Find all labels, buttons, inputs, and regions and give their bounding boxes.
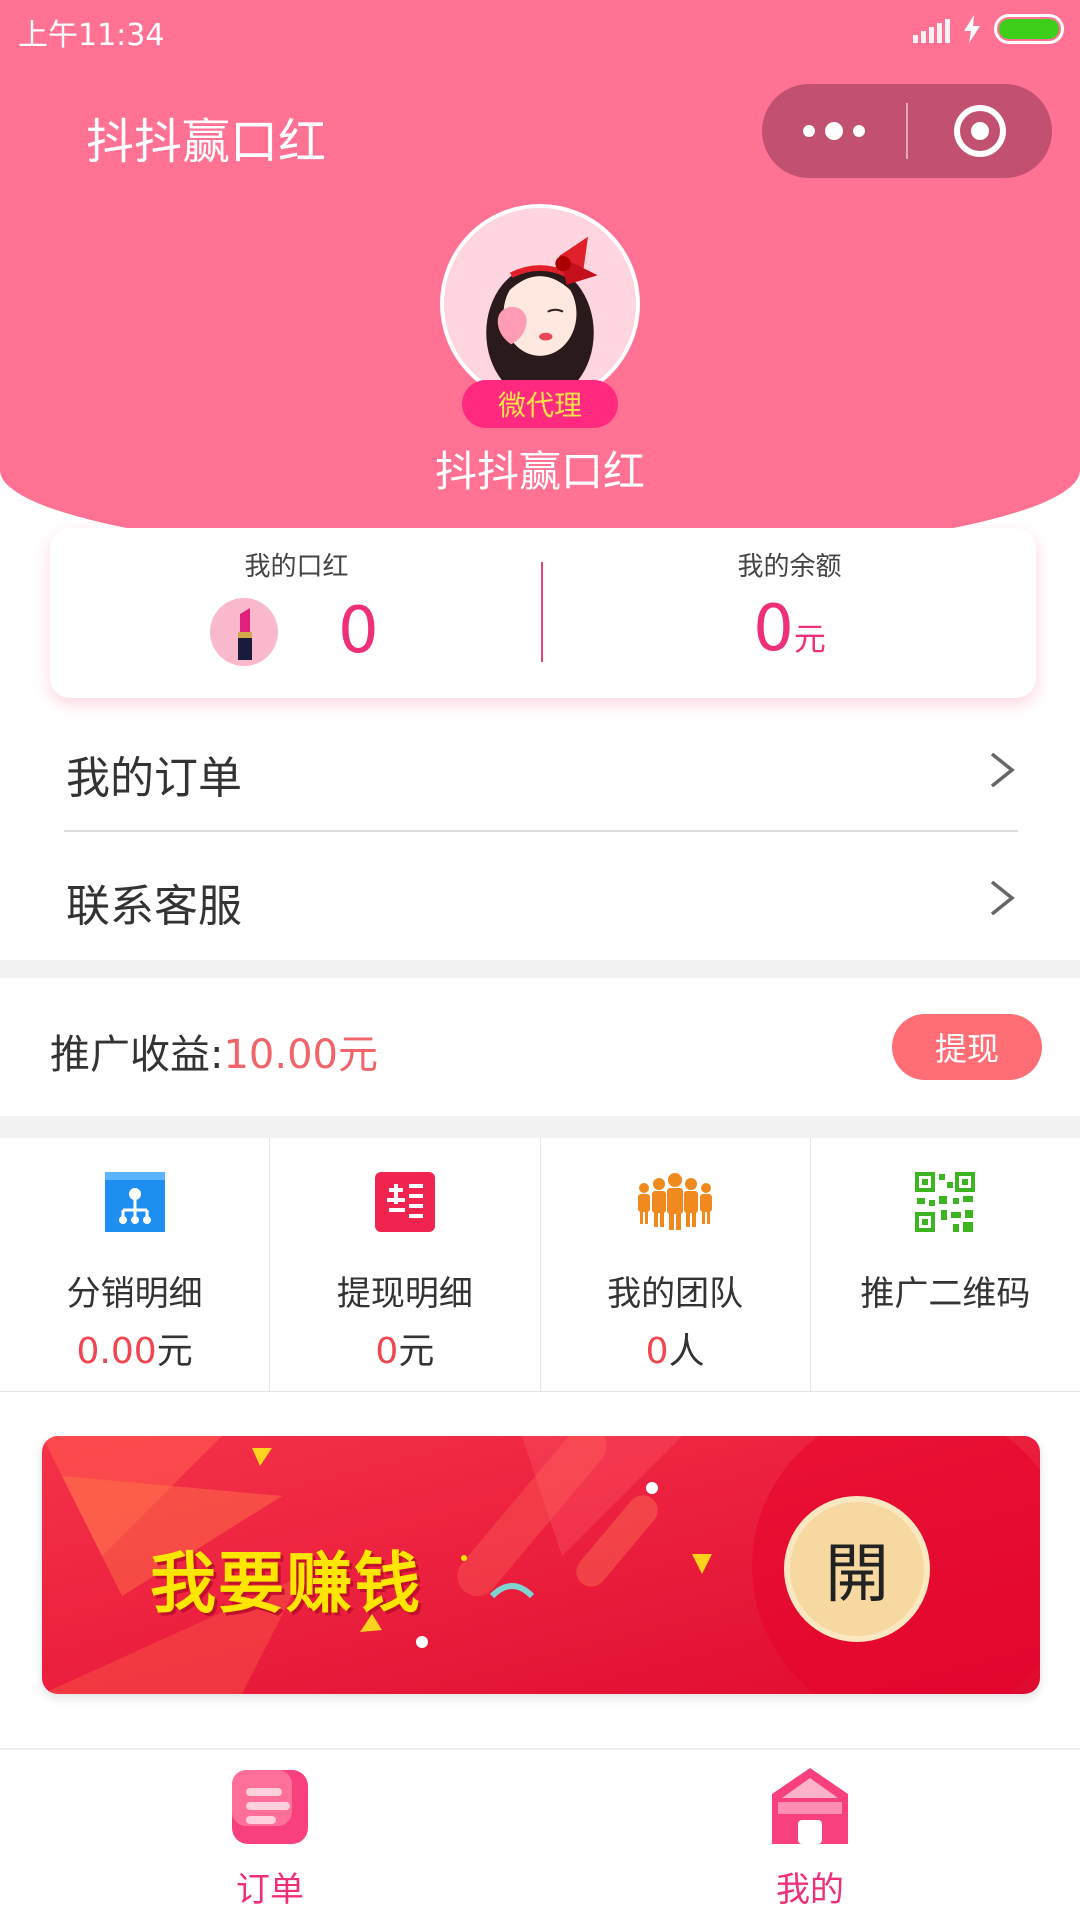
section-gap — [0, 960, 1080, 978]
home-tab-icon — [772, 1768, 848, 1844]
grid-value: 0.00 — [76, 1331, 157, 1372]
promotion-label: 推广收益:10.00元 — [50, 1022, 378, 1080]
avatar-illustration — [444, 208, 636, 400]
balance-label: 我的余额 — [737, 552, 842, 582]
my-balance[interactable]: 我的余额 0元 — [543, 528, 1036, 698]
tab-label-mine: 我的 — [776, 1870, 844, 1910]
status-bar: 上午11:34 — [0, 0, 1080, 58]
grid-item-promo-qrcode[interactable]: 推广二维码 — [811, 1138, 1080, 1391]
agent-badge: 微代理 — [462, 380, 618, 428]
grid-value: 0 — [645, 1331, 669, 1372]
tab-label-orders: 订单 — [236, 1870, 304, 1910]
signal-icon — [913, 15, 950, 43]
wallet-card: 我的口红 0 我的余额 0元 — [50, 528, 1036, 698]
avatar[interactable] — [440, 204, 640, 404]
grid-unit: 元 — [398, 1331, 435, 1372]
grid-value-line: 0.00元 — [0, 1322, 269, 1374]
grid-title: 推广二维码 — [860, 1274, 1031, 1314]
chevron-right-icon — [990, 880, 1015, 916]
status-time: 上午11:34 — [18, 18, 165, 53]
grid-value-line: 0人 — [541, 1322, 810, 1374]
promotion-value: 10.00元 — [223, 1032, 378, 1078]
earn-money-banner[interactable]: 我要赚钱 開 — [42, 1436, 1040, 1694]
grid-unit: 人 — [668, 1331, 705, 1372]
menu-item-my-orders[interactable]: 我的订单 — [0, 704, 1080, 832]
lipstick-icon — [210, 598, 278, 666]
mini-program-capsule — [762, 84, 1052, 178]
target-icon — [954, 105, 1006, 157]
my-lipsticks[interactable]: 我的口红 0 — [50, 528, 543, 698]
grid-title: 提现明细 — [336, 1274, 473, 1314]
menu-label-support: 联系客服 — [66, 881, 242, 932]
promotion-earnings: 推广收益:10.00元 提现 — [0, 978, 1080, 1116]
section-gap — [0, 1116, 1080, 1138]
team-icon — [638, 1173, 713, 1230]
withdraw-button[interactable]: 提现 — [892, 1014, 1042, 1080]
tab-mine[interactable]: 我的 — [540, 1750, 1080, 1920]
close-miniprogram-button[interactable] — [908, 105, 1052, 157]
grid-unit: 元 — [156, 1331, 193, 1372]
menu-item-contact-support[interactable]: 联系客服 — [0, 832, 1080, 960]
more-icon[interactable] — [762, 84, 906, 178]
balance-value: 0 — [753, 592, 794, 666]
lipstick-count: 0 — [338, 594, 379, 668]
chevron-right-icon — [990, 752, 1015, 788]
promotion-label-text: 推广收益: — [50, 1032, 224, 1078]
orders-tab-icon — [232, 1770, 308, 1844]
grid-item-distribution-details[interactable]: 分销明细 0.00元 — [0, 1138, 271, 1391]
tab-bar: 订单 我的 — [0, 1748, 1080, 1920]
open-button[interactable]: 開 — [784, 1496, 930, 1642]
charging-icon — [964, 15, 980, 43]
grid-title: 我的团队 — [607, 1274, 744, 1314]
balance-unit: 元 — [793, 620, 826, 658]
grid-value: 0 — [375, 1331, 399, 1372]
profile-name: 抖抖赢口红 — [434, 447, 645, 496]
grid-item-my-team[interactable]: 我的团队 0人 — [541, 1138, 811, 1391]
lipstick-label: 我的口红 — [244, 552, 349, 582]
withdraw-record-icon — [374, 1172, 435, 1232]
app-title: 抖抖赢口红 — [86, 114, 327, 170]
battery-icon — [994, 14, 1064, 44]
menu-label-orders: 我的订单 — [66, 753, 242, 804]
qrcode-icon — [915, 1172, 976, 1232]
grid-value-line: 0元 — [270, 1322, 539, 1374]
org-chart-icon — [104, 1172, 165, 1232]
grid-title: 分销明细 — [66, 1274, 203, 1314]
grid-item-withdraw-details[interactable]: 提现明细 0元 — [270, 1138, 541, 1391]
status-icons — [913, 14, 1064, 44]
balance-amount: 0元 — [543, 592, 1036, 666]
feature-grid: 分销明细 0.00元 提现明细 0元 我的团队 0人 推广二维码 — [0, 1138, 1080, 1392]
banner-text: 我要赚钱 — [150, 1545, 422, 1622]
tab-orders[interactable]: 订单 — [0, 1750, 540, 1920]
